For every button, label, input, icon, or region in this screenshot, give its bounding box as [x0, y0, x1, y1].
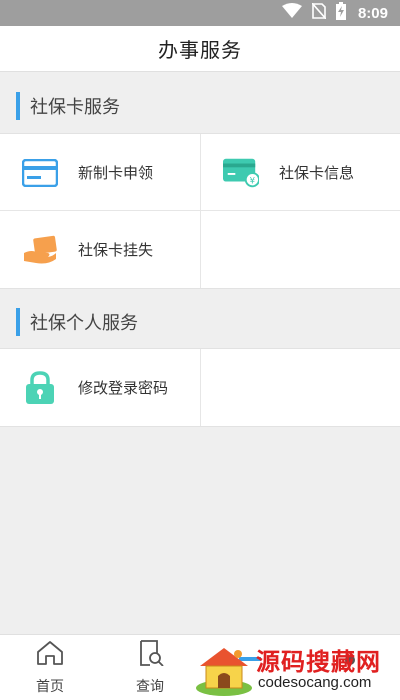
watermark: 源码搜藏网 codesocang.com — [194, 640, 394, 696]
section-accent-bar — [16, 308, 20, 336]
grid-item-label: 新制卡申领 — [78, 164, 154, 182]
empty-cell — [200, 211, 400, 288]
watermark-url: codesocang.com — [258, 674, 372, 691]
svg-text:¥: ¥ — [250, 176, 256, 186]
card-info-button[interactable]: ¥ 社保卡信息 — [200, 134, 400, 211]
tab-label: 首页 — [36, 679, 64, 695]
new-card-application-button[interactable]: 新制卡申领 — [0, 134, 200, 211]
card-loss-report-button[interactable]: 社保卡挂失 — [0, 211, 200, 288]
house-logo-icon — [194, 642, 254, 700]
status-time: 8:09 — [357, 4, 388, 22]
section-header-personal-service: 社保个人服务 — [0, 292, 400, 352]
search-doc-icon — [136, 640, 164, 670]
wifi-icon — [281, 3, 302, 23]
grid-row: 新制卡申领 ¥ 社保卡信息 — [0, 134, 400, 211]
card-loss-icon — [22, 232, 58, 268]
card-service-grid: 新制卡申领 ¥ 社保卡信息 社保卡挂失 — [0, 133, 400, 289]
watermark-text: 源码搜藏网 — [256, 648, 381, 676]
section-title: 社保个人服务 — [30, 313, 138, 334]
battery-charging-icon — [335, 2, 346, 24]
tab-home[interactable]: 首页 — [0, 635, 100, 700]
page-title: 办事服务 — [158, 38, 242, 62]
card-info-icon: ¥ — [223, 155, 259, 191]
no-sim-icon — [311, 2, 327, 23]
status-bar: 8:09 — [0, 0, 400, 26]
section-title: 社保卡服务 — [30, 97, 120, 118]
home-icon — [36, 640, 64, 670]
app-header: 办事服务 — [0, 26, 400, 72]
tab-label: 查询 — [136, 679, 164, 695]
section-header-card-service: 社保卡服务 — [0, 76, 400, 136]
lock-icon — [22, 370, 58, 406]
grid-item-label: 社保卡信息 — [279, 164, 355, 182]
grid-row: 社保卡挂失 — [0, 211, 400, 288]
empty-cell — [200, 349, 400, 426]
grid-row: 修改登录密码 — [0, 349, 400, 426]
change-password-button[interactable]: 修改登录密码 — [0, 349, 200, 426]
tab-query[interactable]: 查询 — [100, 635, 200, 700]
grid-item-label: 修改登录密码 — [78, 379, 169, 397]
personal-service-grid: 修改登录密码 — [0, 348, 400, 427]
grid-item-label: 社保卡挂失 — [78, 241, 154, 259]
section-accent-bar — [16, 92, 20, 120]
card-icon — [22, 155, 58, 191]
